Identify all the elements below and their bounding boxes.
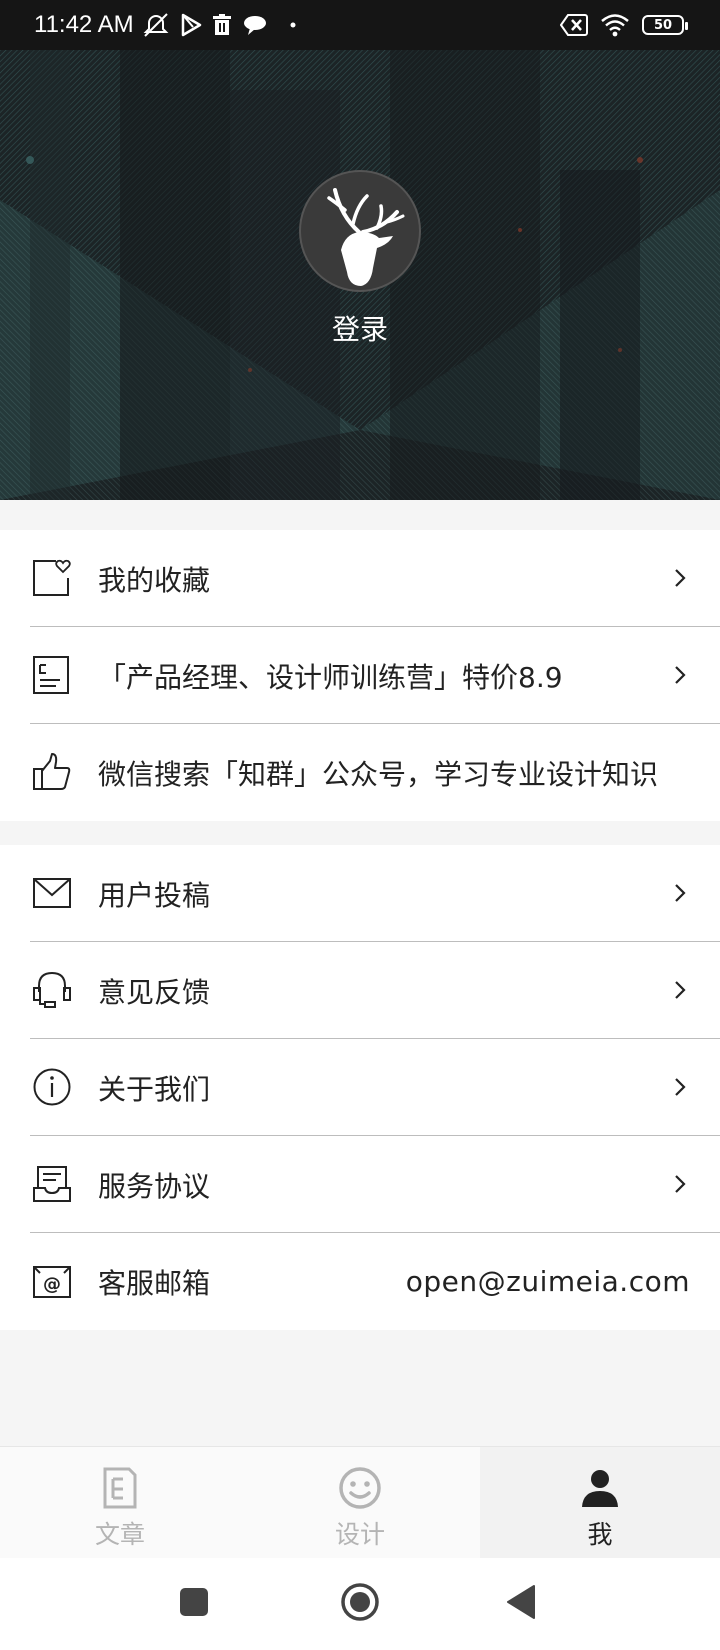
deer-icon bbox=[327, 188, 405, 286]
recents-button[interactable] bbox=[178, 1586, 210, 1618]
back-button[interactable] bbox=[506, 1584, 538, 1620]
tab-me[interactable]: 我 bbox=[480, 1447, 720, 1559]
headset-icon bbox=[33, 971, 71, 1008]
trash-icon bbox=[212, 14, 231, 35]
list-group-primary: 我的收藏 「产品经理、设计师训练营」特价8.9 微信搜索「知群」公众号，学习专业… bbox=[0, 530, 720, 821]
row-label: 我的收藏 bbox=[98, 563, 211, 597]
smiley-icon bbox=[339, 1467, 381, 1509]
row-label: 意见反馈 bbox=[98, 975, 211, 1009]
chevron-right-icon bbox=[675, 666, 686, 684]
bootcamp-promo-row[interactable]: 「产品经理、设计师训练营」特价8.9 bbox=[0, 627, 720, 724]
row-label: 用户投稿 bbox=[98, 878, 211, 912]
tab-articles[interactable]: 文章 bbox=[0, 1447, 240, 1559]
status-icons-right: 50 bbox=[560, 13, 688, 37]
chevron-right-icon bbox=[675, 569, 686, 587]
thumbs-up-icon bbox=[33, 753, 71, 790]
favorites-row[interactable]: 我的收藏 bbox=[0, 530, 720, 627]
mail-icon bbox=[33, 878, 71, 908]
tab-label: 设计 bbox=[334, 1520, 385, 1549]
article-icon bbox=[103, 1467, 137, 1509]
terms-row[interactable]: 服务协议 bbox=[0, 1136, 720, 1233]
tab-design[interactable]: 设计 bbox=[240, 1447, 480, 1559]
list-group-secondary: 用户投稿 意见反馈 关于我们 服务协议 @ 客服邮箱 open@zuimeia.… bbox=[0, 845, 720, 1330]
cloud-chat-icon bbox=[243, 16, 266, 35]
muted-alarm-icon bbox=[143, 13, 169, 37]
support-email-row[interactable]: @ 客服邮箱 open@zuimeia.com bbox=[0, 1233, 720, 1330]
battery-icon: 50 bbox=[642, 15, 688, 35]
email-at-icon: @ bbox=[33, 1266, 71, 1298]
feedback-row[interactable]: 意见反馈 bbox=[0, 942, 720, 1039]
profile-banner: 登录 bbox=[0, 50, 720, 500]
person-icon bbox=[582, 1470, 618, 1507]
svg-text:@: @ bbox=[43, 1274, 61, 1295]
support-email-value[interactable]: open@zuimeia.com bbox=[406, 1265, 690, 1298]
play-store-icon bbox=[181, 13, 201, 37]
bottom-tab-bar: 文章 设计 我 bbox=[0, 1446, 720, 1559]
status-bar: 11:42 AM 50 bbox=[0, 0, 720, 50]
favorite-icon bbox=[33, 559, 71, 596]
home-button[interactable] bbox=[340, 1582, 380, 1622]
chevron-right-icon bbox=[675, 884, 686, 902]
document-icon bbox=[33, 656, 69, 694]
login-label[interactable]: 登录 bbox=[0, 308, 720, 348]
info-icon bbox=[33, 1068, 71, 1106]
status-icons-left bbox=[142, 12, 298, 38]
chevron-right-icon bbox=[675, 1078, 686, 1096]
row-label: 「产品经理、设计师训练营」特价8.9 bbox=[98, 660, 563, 694]
dot-icon bbox=[290, 22, 296, 28]
wifi-icon bbox=[601, 14, 629, 37]
row-label: 关于我们 bbox=[98, 1072, 211, 1106]
submission-row[interactable]: 用户投稿 bbox=[0, 845, 720, 942]
about-row[interactable]: 关于我们 bbox=[0, 1039, 720, 1136]
chevron-right-icon bbox=[675, 1175, 686, 1193]
row-label: 客服邮箱 bbox=[98, 1266, 211, 1300]
no-sim-icon bbox=[560, 14, 588, 36]
avatar[interactable] bbox=[299, 170, 421, 292]
wechat-promo-row[interactable]: 微信搜索「知群」公众号，学习专业设计知识 bbox=[0, 724, 720, 821]
row-label: 服务协议 bbox=[98, 1169, 211, 1203]
tab-label: 我 bbox=[587, 1520, 613, 1549]
inbox-icon bbox=[33, 1166, 71, 1202]
chevron-right-icon bbox=[675, 981, 686, 999]
tab-label: 文章 bbox=[94, 1520, 145, 1549]
row-label: 微信搜索「知群」公众号，学习专业设计知识 bbox=[98, 757, 659, 791]
system-nav-bar bbox=[0, 1558, 720, 1650]
status-time: 11:42 AM bbox=[34, 11, 134, 38]
